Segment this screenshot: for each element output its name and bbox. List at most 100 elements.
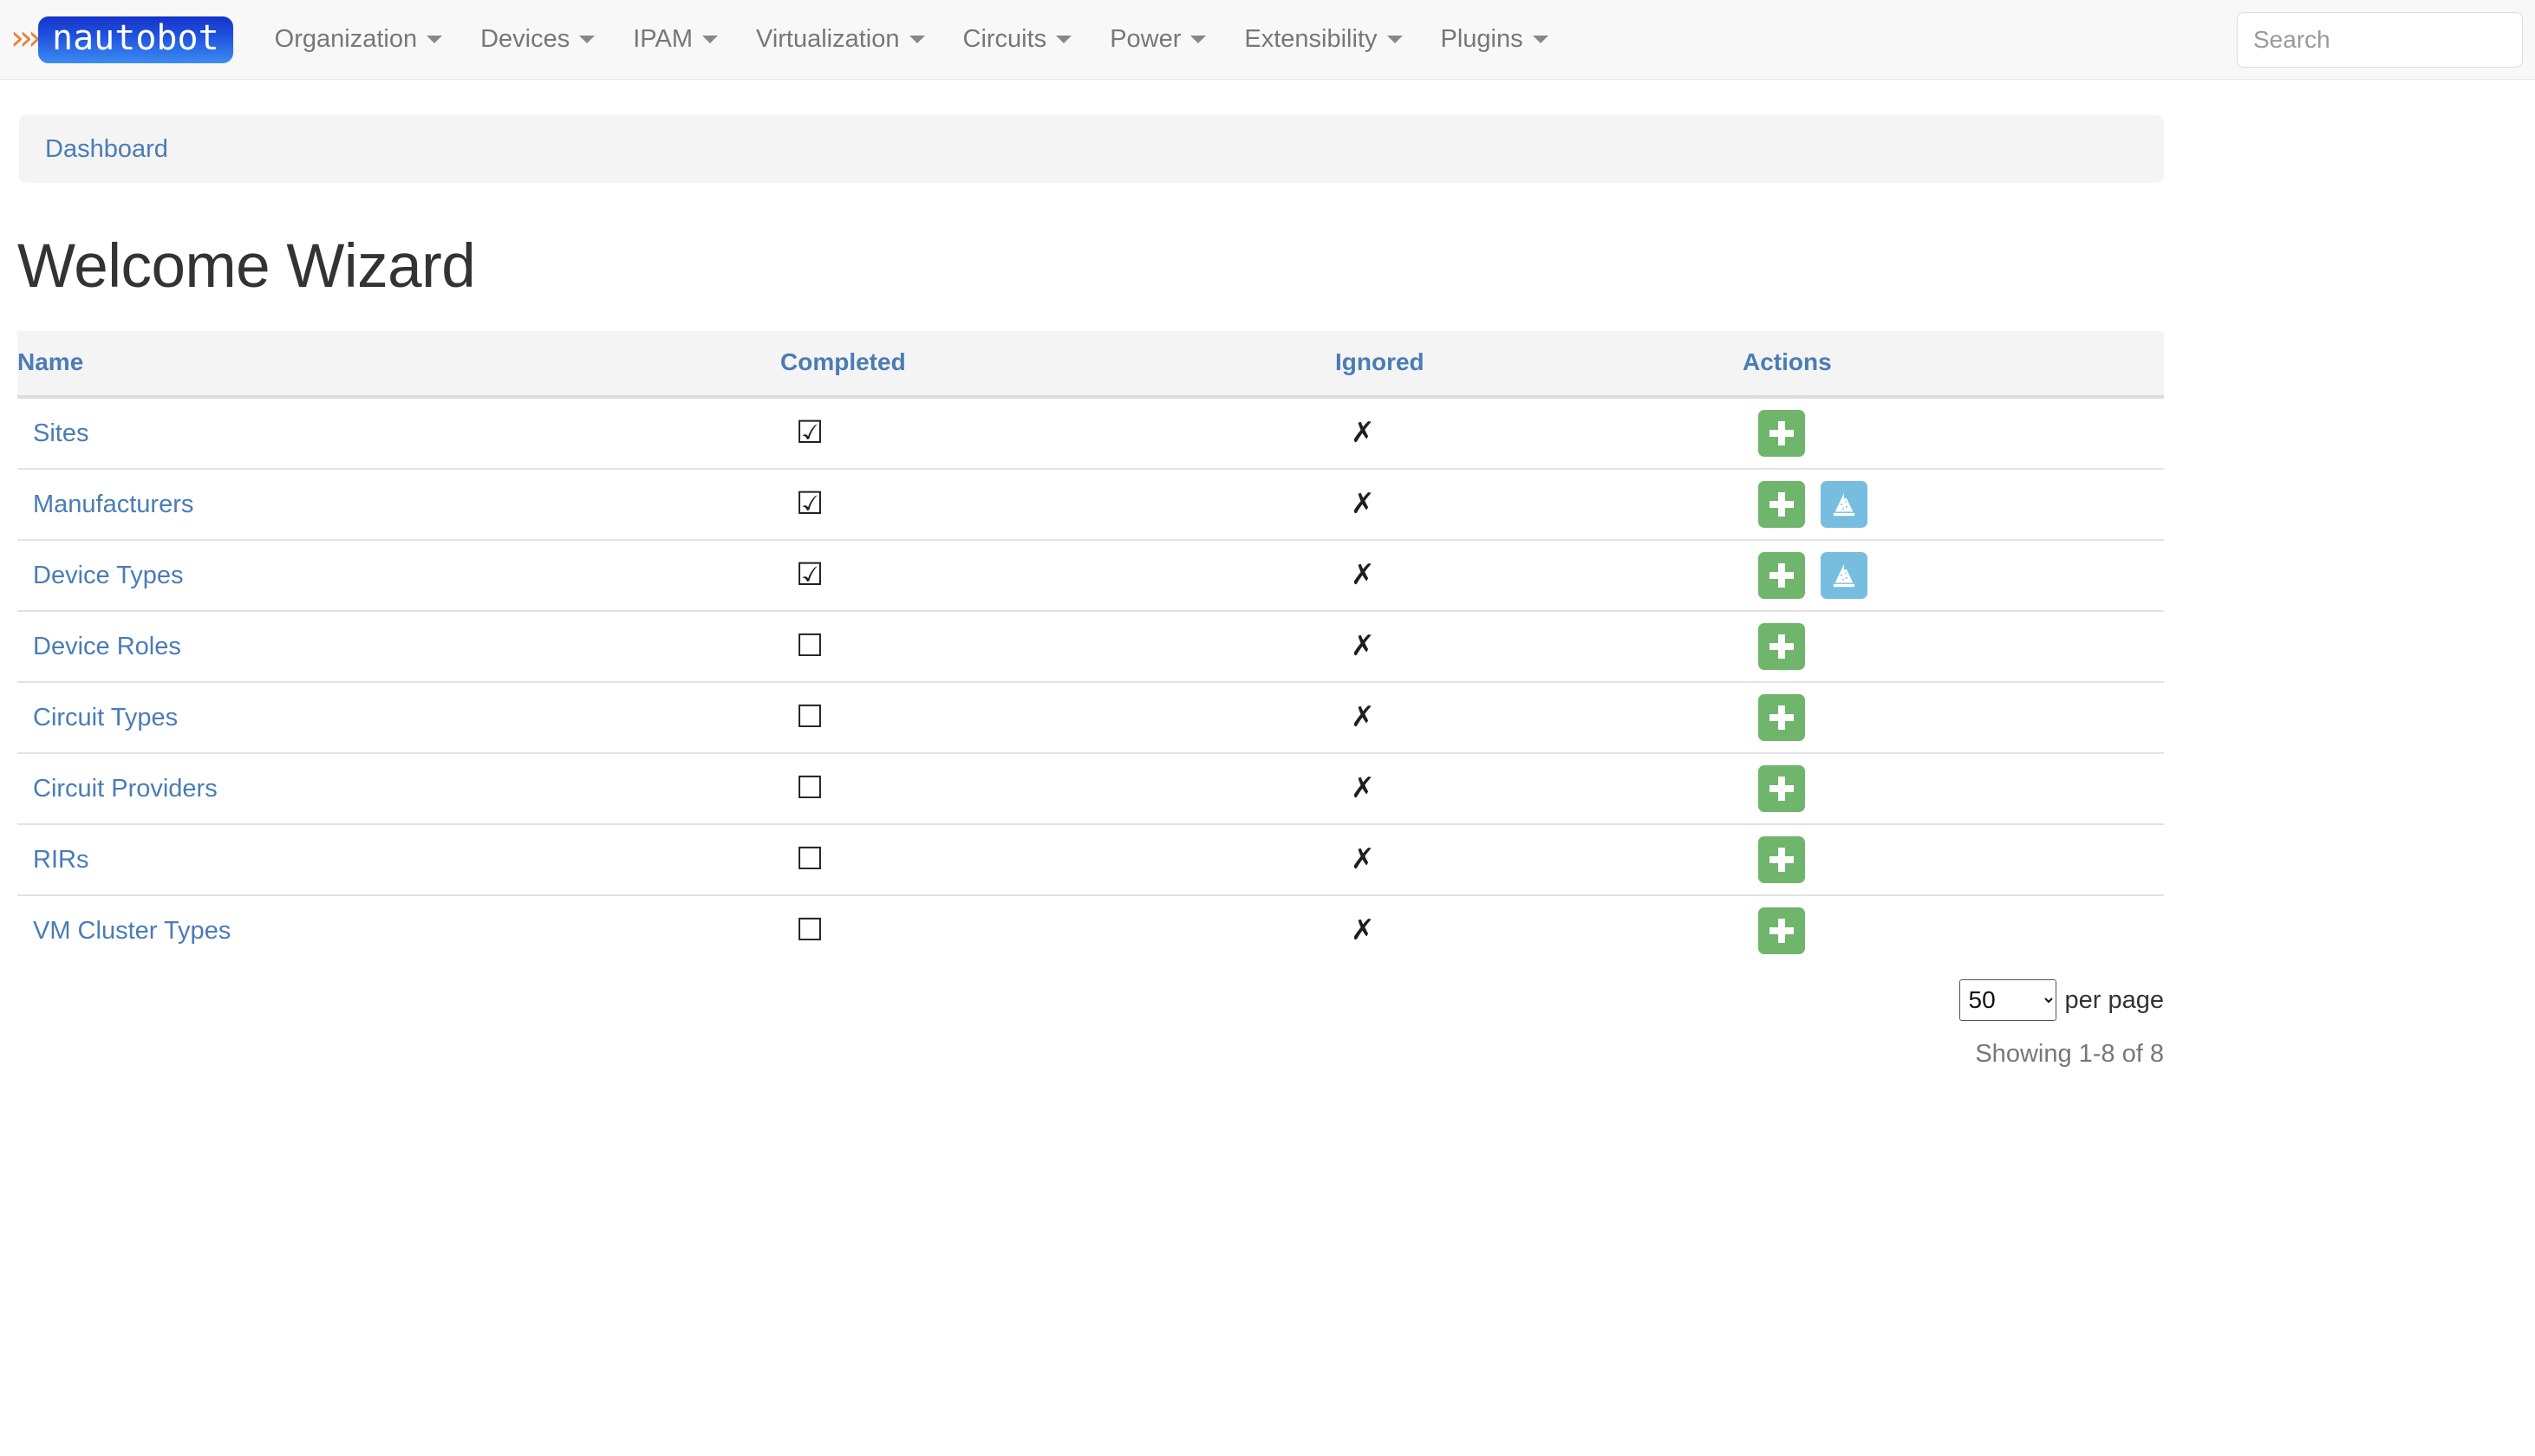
cell-actions [1743, 682, 2164, 753]
table-header-row: Name Completed Ignored Actions [17, 331, 2164, 397]
cell-ignored: ✗ [1335, 895, 1743, 965]
row-link-vm-cluster-types[interactable]: VM Cluster Types [17, 917, 231, 946]
column-header-actions[interactable]: Actions [1743, 331, 2164, 397]
add-button[interactable] [1758, 410, 1805, 457]
import-wizard-button[interactable] [1821, 552, 1867, 599]
chevrons-right-icon: ››› [10, 21, 36, 59]
nav-item-ipam[interactable]: IPAM [614, 0, 737, 80]
add-button[interactable] [1758, 481, 1805, 528]
add-button[interactable] [1758, 623, 1805, 670]
add-button[interactable] [1758, 694, 1805, 741]
cell-ignored: ✗ [1335, 540, 1743, 611]
chevron-down-icon [1387, 36, 1403, 43]
column-header-completed[interactable]: Completed [780, 331, 1335, 397]
cross-icon: ✗ [1335, 418, 1375, 446]
wizard-hat-icon [1831, 491, 1857, 517]
cell-completed: ☐ [780, 753, 1335, 824]
chevron-down-icon [702, 36, 718, 43]
cell-ignored: ✗ [1335, 824, 1743, 895]
cell-completed: ☐ [780, 824, 1335, 895]
table-row: Device Roles ☐ ✗ [17, 611, 2164, 682]
checkbox-unchecked-icon: ☐ [780, 631, 824, 662]
pagination: 25 50 100 250 500 1000 per page Showing … [17, 979, 2164, 1069]
cell-name: RIRs [17, 824, 780, 895]
cell-ignored: ✗ [1335, 611, 1743, 682]
add-button[interactable] [1758, 765, 1805, 812]
cross-icon: ✗ [1335, 844, 1375, 873]
nav-item-label: Virtualization [756, 25, 900, 54]
top-navbar: ››› nautobot Organization Devices IPAM V… [0, 0, 2535, 80]
cell-actions [1743, 895, 2164, 965]
cell-completed: ☑ [780, 469, 1335, 540]
checkbox-unchecked-icon: ☐ [780, 915, 824, 946]
welcome-wizard-table-container: Name Completed Ignored Actions Sites ☑ ✗ [17, 331, 2164, 965]
cell-actions [1743, 611, 2164, 682]
breadcrumb-item-dashboard[interactable]: Dashboard [45, 135, 168, 164]
cell-name: Circuit Providers [17, 753, 780, 824]
add-button[interactable] [1758, 836, 1805, 883]
table-row: Sites ☑ ✗ [17, 397, 2164, 469]
cell-name: Manufacturers [17, 469, 780, 540]
row-link-sites[interactable]: Sites [17, 419, 88, 448]
cell-ignored: ✗ [1335, 682, 1743, 753]
checkbox-unchecked-icon: ☐ [780, 844, 824, 875]
per-page-label: per page [2065, 986, 2165, 1015]
chevron-down-icon [1190, 36, 1206, 43]
plus-icon [1769, 918, 1795, 944]
nav-item-label: Plugins [1441, 25, 1523, 54]
chevron-down-icon [909, 36, 925, 43]
row-link-circuit-providers[interactable]: Circuit Providers [17, 775, 218, 803]
chevron-down-icon [1533, 36, 1548, 43]
cell-actions [1743, 469, 2164, 540]
cell-ignored: ✗ [1335, 469, 1743, 540]
nav-item-label: Power [1110, 25, 1181, 54]
cell-completed: ☐ [780, 682, 1335, 753]
navbar-right-group [2237, 12, 2535, 68]
add-button[interactable] [1758, 907, 1805, 954]
cross-icon: ✗ [1335, 560, 1375, 588]
table-row: Manufacturers ☑ ✗ [17, 469, 2164, 540]
table-row: Device Types ☑ ✗ [17, 540, 2164, 611]
column-header-ignored[interactable]: Ignored [1335, 331, 1743, 397]
row-link-rirs[interactable]: RIRs [17, 846, 88, 874]
showing-count: Showing 1-8 of 8 [17, 1040, 2164, 1069]
cross-icon: ✗ [1335, 489, 1375, 517]
nav-item-label: Extensibility [1244, 25, 1377, 54]
cell-ignored: ✗ [1335, 753, 1743, 824]
cell-ignored: ✗ [1335, 397, 1743, 469]
row-link-device-roles[interactable]: Device Roles [17, 633, 181, 661]
nav-item-virtualization[interactable]: Virtualization [737, 0, 944, 80]
row-link-manufacturers[interactable]: Manufacturers [17, 491, 193, 519]
nav-item-circuits[interactable]: Circuits [944, 0, 1092, 80]
plus-icon [1769, 562, 1795, 588]
search-input[interactable] [2237, 12, 2523, 68]
nav-item-label: Organization [275, 25, 417, 54]
checkbox-unchecked-icon: ☐ [780, 702, 824, 733]
nav-item-devices[interactable]: Devices [461, 0, 614, 80]
cell-name: Device Roles [17, 611, 780, 682]
plus-icon [1769, 634, 1795, 660]
brand-logo[interactable]: ››› nautobot [10, 0, 233, 80]
cross-icon: ✗ [1335, 915, 1375, 944]
chevron-down-icon [427, 36, 442, 43]
row-link-circuit-types[interactable]: Circuit Types [17, 704, 178, 732]
nav-item-plugins[interactable]: Plugins [1422, 0, 1567, 80]
nav-item-organization[interactable]: Organization [256, 0, 461, 80]
cell-completed: ☐ [780, 611, 1335, 682]
table-body: Sites ☑ ✗ Manufacturers [17, 397, 2164, 965]
nav-item-extensibility[interactable]: Extensibility [1225, 0, 1421, 80]
nav-item-label: Circuits [963, 25, 1047, 54]
column-header-name[interactable]: Name [17, 331, 780, 397]
import-wizard-button[interactable] [1821, 481, 1867, 528]
row-link-device-types[interactable]: Device Types [17, 562, 184, 590]
plus-icon [1769, 705, 1795, 731]
nav-item-power[interactable]: Power [1091, 0, 1225, 80]
plus-icon [1769, 420, 1795, 446]
per-page-select[interactable]: 25 50 100 250 500 1000 [1959, 979, 2056, 1021]
checkbox-checked-icon: ☑ [780, 418, 824, 449]
nav-item-label: IPAM [633, 25, 693, 54]
table-row: Circuit Providers ☐ ✗ [17, 753, 2164, 824]
add-button[interactable] [1758, 552, 1805, 599]
cross-icon: ✗ [1335, 773, 1375, 802]
cell-name: Sites [17, 397, 780, 469]
